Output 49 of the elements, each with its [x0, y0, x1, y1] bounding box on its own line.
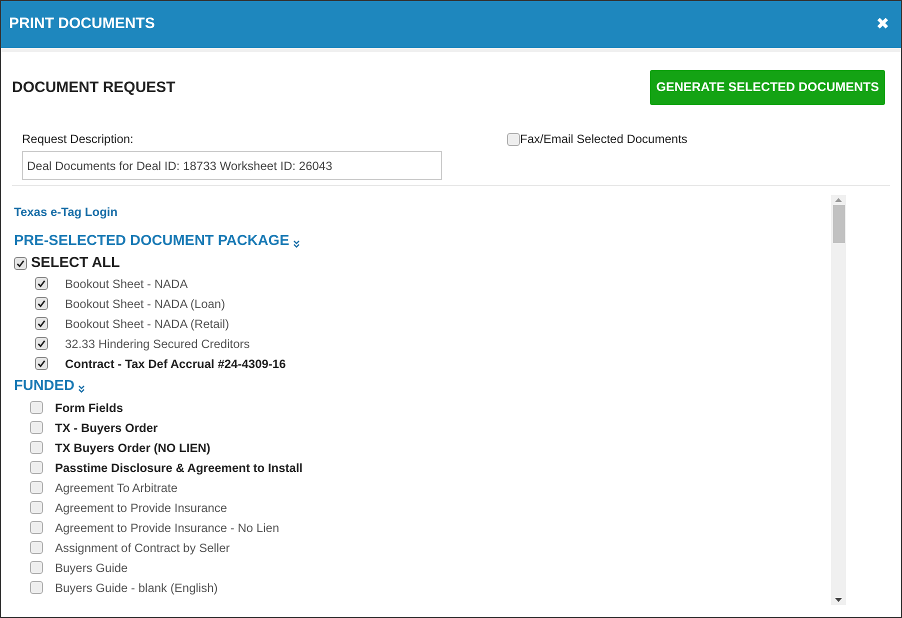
- document-label: Passtime Disclosure & Agreement to Install: [55, 460, 303, 476]
- select-all-label: SELECT ALL: [31, 254, 120, 273]
- document-label: Assignment of Contract by Seller: [55, 540, 230, 556]
- checkbox[interactable]: [30, 541, 43, 554]
- checkbox[interactable]: [14, 257, 27, 270]
- scrollbar[interactable]: [831, 195, 846, 605]
- checkbox[interactable]: [507, 132, 520, 146]
- checkbox[interactable]: [35, 277, 48, 290]
- document-label: Buyers Guide: [55, 560, 128, 576]
- checkbox[interactable]: [30, 401, 43, 414]
- package-title[interactable]: FUNDED: [14, 376, 74, 398]
- scroll-thumb[interactable]: [832, 205, 844, 243]
- document-label: Bookout Sheet - NADA (Loan): [65, 296, 226, 313]
- checkbox[interactable]: [30, 561, 43, 574]
- close-button[interactable]: ✖: [876, 16, 889, 32]
- field-label: Request Description:: [22, 131, 134, 148]
- window-title: PRINT DOCUMENTS: [9, 14, 155, 34]
- document-label: 32.33 Hindering Secured Creditors: [65, 336, 250, 353]
- checkbox[interactable]: [30, 521, 43, 534]
- package-title[interactable]: PRE-SELECTED DOCUMENT PACKAGE: [14, 231, 290, 253]
- document-label: Contract - Tax Def Accrual #24-4309-16: [65, 356, 286, 373]
- checkbox[interactable]: [30, 481, 43, 494]
- document-label: Bookout Sheet - NADA (Retail): [65, 316, 230, 333]
- double-chevron-icon[interactable]: [78, 384, 86, 393]
- checkbox[interactable]: [35, 317, 48, 330]
- document-label: TX - Buyers Order: [55, 420, 158, 436]
- checkbox[interactable]: [30, 501, 43, 514]
- checkbox-label: Fax/Email Selected Documents: [520, 131, 688, 148]
- generate-button[interactable]: GENERATE SELECTED DOCUMENTS: [650, 70, 885, 105]
- checkbox[interactable]: [30, 421, 43, 434]
- etag-login-link[interactable]: Texas e-Tag Login: [14, 203, 831, 221]
- checkbox[interactable]: [35, 337, 48, 350]
- document-label: Form Fields: [55, 400, 124, 416]
- description-field[interactable]: Deal Documents for Deal ID: 18733 Worksheet ID: 26043: [22, 151, 442, 180]
- document-label: Agreement to Provide Insurance - No Lien: [55, 520, 280, 536]
- double-chevron-icon[interactable]: [293, 240, 300, 248]
- checkbox[interactable]: [30, 441, 43, 454]
- checkbox[interactable]: [35, 297, 48, 310]
- section-title: DOCUMENT REQUEST: [12, 78, 176, 98]
- document-label: Agreement To Arbitrate: [55, 480, 178, 496]
- scroll-up-icon[interactable]: [835, 198, 842, 202]
- checkbox[interactable]: [35, 357, 48, 370]
- document-label: Bookout Sheet - NADA: [65, 276, 188, 293]
- document-label: Agreement to Provide Insurance: [55, 500, 228, 516]
- document-label: TX Buyers Order (NO LIEN): [55, 440, 210, 456]
- checkbox[interactable]: [30, 461, 43, 474]
- checkbox[interactable]: [30, 581, 43, 594]
- document-label: Buyers Guide - blank (English): [55, 580, 218, 596]
- scroll-down-icon[interactable]: [835, 598, 842, 602]
